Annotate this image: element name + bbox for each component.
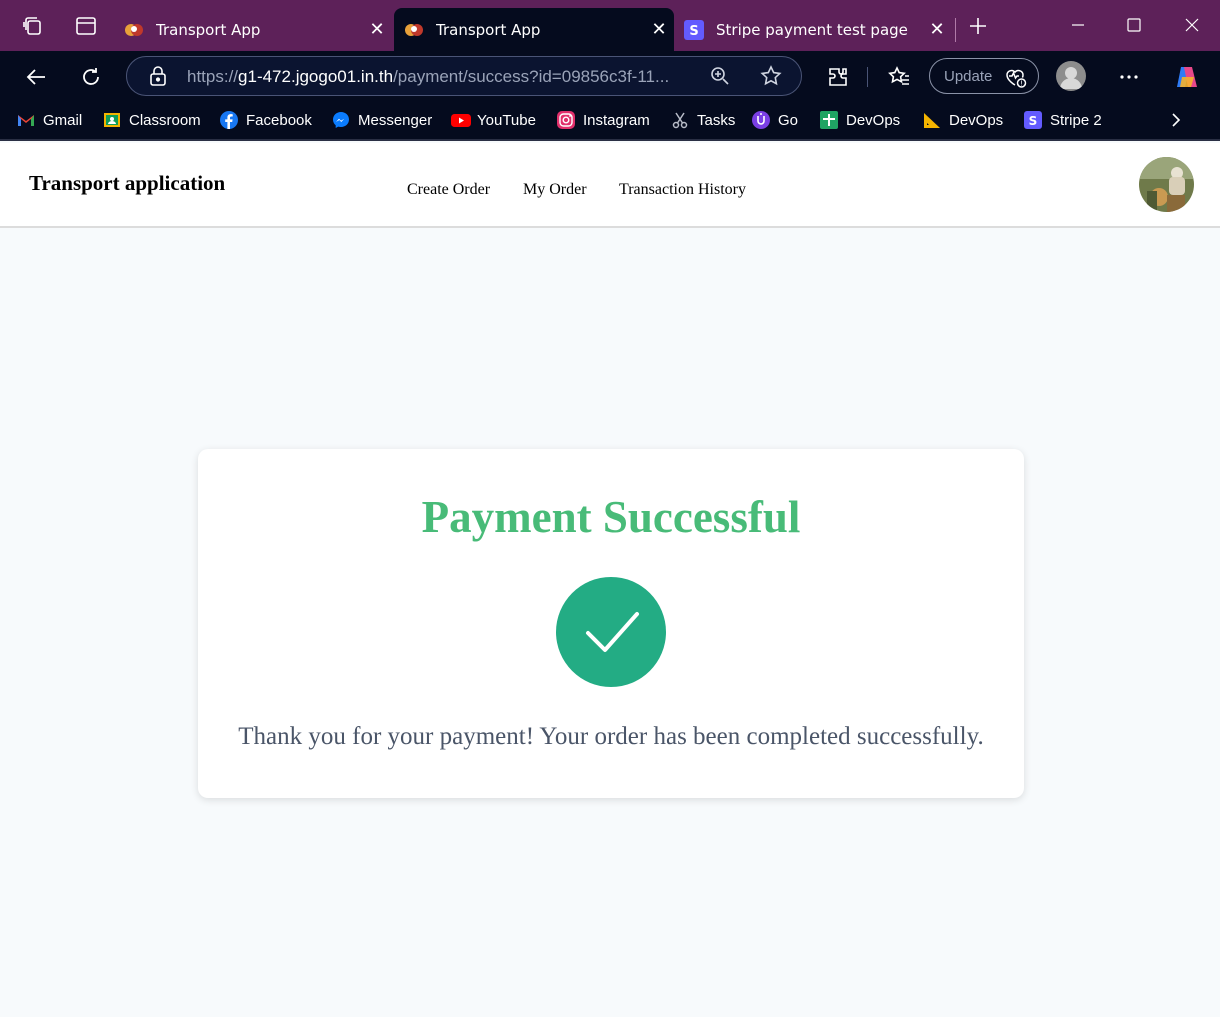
- toolbar-divider: [867, 67, 868, 87]
- svg-text:!: !: [1020, 80, 1023, 88]
- stripe-favicon-icon: S: [684, 19, 704, 40]
- bookmark-messenger[interactable]: Messenger: [332, 109, 432, 131]
- lock-icon[interactable]: [149, 66, 167, 90]
- youtube-icon: [451, 111, 471, 129]
- bookmark-tasks[interactable]: Tasks: [671, 109, 735, 131]
- extensions-icon[interactable]: [821, 60, 855, 94]
- bookmark-instagram[interactable]: Instagram: [557, 109, 650, 131]
- bookmark-label: Classroom: [129, 111, 201, 129]
- url-text[interactable]: https://g1-472.jgogo01.in.th/payment/suc…: [187, 67, 697, 87]
- success-title: Payment Successful: [421, 492, 801, 542]
- success-check-icon: [556, 577, 666, 687]
- stripe-icon: S: [1024, 111, 1042, 129]
- bookmark-label: Tasks: [697, 111, 736, 129]
- url-path: /payment/success?id=09856c3f-11...: [393, 67, 670, 86]
- favorite-star-icon[interactable]: [760, 65, 782, 91]
- tab-title: Transport App: [156, 20, 261, 39]
- classroom-icon: [103, 111, 121, 129]
- maximize-icon[interactable]: [1114, 10, 1154, 40]
- svg-text:S: S: [1029, 114, 1038, 128]
- bookmark-gmail[interactable]: Gmail: [17, 109, 82, 131]
- bookmark-label: DevOps: [846, 111, 901, 129]
- devops-ruler-icon: [923, 111, 941, 129]
- transport-app-favicon-icon: [404, 20, 424, 40]
- svg-text:S: S: [689, 24, 698, 39]
- url-host: g1-472.jgogo01.in.th: [238, 67, 394, 86]
- site-brand[interactable]: Transport application: [29, 171, 225, 196]
- profile-icon[interactable]: [1056, 61, 1086, 91]
- bookmark-label: Instagram: [583, 111, 650, 129]
- devops-green-icon: [820, 111, 838, 129]
- address-bar[interactable]: https://g1-472.jgogo01.in.th/payment/suc…: [126, 56, 802, 96]
- workspaces-icon[interactable]: [21, 14, 45, 38]
- tab-title: Transport App: [436, 20, 541, 39]
- favorites-icon[interactable]: [882, 60, 916, 94]
- minimize-icon[interactable]: [1058, 10, 1098, 40]
- tab-transport-app-2[interactable]: Transport App ✕: [394, 8, 674, 51]
- update-button[interactable]: Update !: [929, 58, 1039, 94]
- more-options-icon[interactable]: [1112, 60, 1146, 94]
- url-scheme: https://: [187, 67, 239, 86]
- tab-title: Stripe payment test page: [716, 20, 908, 39]
- close-tab-icon[interactable]: ✕: [922, 19, 952, 40]
- bookmark-label: Facebook: [246, 111, 312, 129]
- bookmark-label: Messenger: [358, 111, 433, 129]
- payment-success-card: Payment Successful Thank you for your pa…: [198, 449, 1024, 798]
- update-label: Update: [944, 68, 993, 85]
- nav-transaction-history[interactable]: Transaction History: [619, 181, 746, 199]
- browser-toolbar: https://g1-472.jgogo01.in.th/payment/suc…: [0, 51, 1220, 101]
- bookmark-devops[interactable]: DevOps: [820, 109, 900, 131]
- instagram-icon: [557, 111, 575, 129]
- tab-transport-app-1[interactable]: Transport App ✕: [114, 8, 392, 51]
- tab-divider: [955, 18, 956, 42]
- close-tab-icon[interactable]: ✕: [644, 19, 674, 40]
- bookmark-go[interactable]: Go: [752, 109, 798, 131]
- close-window-icon[interactable]: [1172, 10, 1212, 40]
- bookmark-label: Gmail: [43, 111, 83, 129]
- bookmark-label: Go: [778, 111, 799, 129]
- success-message: Thank you for your payment! Your order h…: [238, 723, 984, 750]
- bookmark-stripe-2[interactable]: S Stripe 2: [1024, 109, 1102, 131]
- browser-tab-bar: Transport App ✕ Transport App ✕ S Stripe…: [0, 0, 1220, 51]
- nav-create-order[interactable]: Create Order: [407, 181, 490, 199]
- transport-app-favicon-icon: [124, 20, 144, 40]
- facebook-icon: [220, 111, 238, 129]
- zoom-icon[interactable]: [710, 66, 730, 90]
- refresh-icon[interactable]: [74, 60, 108, 94]
- bookmark-label: YouTube: [477, 111, 536, 129]
- browser-essentials-heart-icon: !: [1003, 65, 1027, 93]
- tab-stripe-payment[interactable]: S Stripe payment test page ✕: [674, 8, 952, 51]
- bookmark-label: DevOps: [949, 111, 1004, 129]
- bookmark-label: Stripe 2: [1050, 111, 1102, 129]
- go-icon: [752, 111, 770, 129]
- bookmark-classroom[interactable]: Classroom: [103, 109, 201, 131]
- bookmark-devops-2[interactable]: DevOps: [923, 109, 1003, 131]
- bookmarks-bar: Gmail Classroom Facebook Messenger YouTu…: [0, 101, 1220, 141]
- site-header: Transport application Create Order My Or…: [0, 143, 1220, 228]
- tasks-icon: [671, 111, 689, 129]
- vertical-tabs-icon[interactable]: [74, 14, 98, 38]
- bookmark-facebook[interactable]: Facebook: [220, 109, 312, 131]
- bookmark-youtube[interactable]: YouTube: [451, 109, 536, 131]
- copilot-icon[interactable]: [1170, 60, 1204, 94]
- messenger-icon: [332, 111, 350, 129]
- gmail-icon: [17, 111, 35, 129]
- chevron-right-icon[interactable]: [1168, 111, 1184, 133]
- nav-my-order[interactable]: My Order: [523, 181, 587, 199]
- close-tab-icon[interactable]: ✕: [362, 19, 392, 40]
- back-icon[interactable]: [19, 60, 53, 94]
- new-tab-icon[interactable]: [966, 14, 990, 38]
- user-avatar[interactable]: [1139, 157, 1194, 212]
